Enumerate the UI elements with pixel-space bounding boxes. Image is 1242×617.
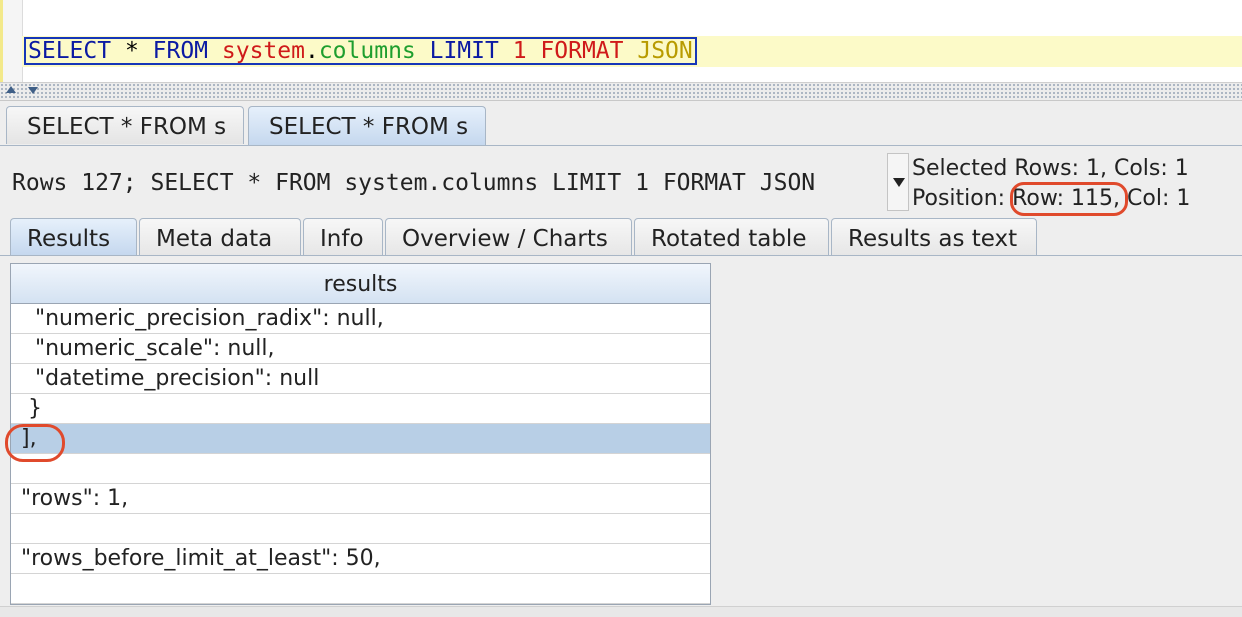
- query-text[interactable]: SELECT * FROM system.columns LIMIT 1 FOR…: [24, 37, 697, 65]
- rows-summary: Rows 127; SELECT * FROM system.columns L…: [12, 170, 816, 196]
- annotation-circle-bracket: [5, 424, 65, 462]
- dropdown-arrow-icon: [893, 178, 905, 187]
- tab-overview-charts[interactable]: Overview / Charts: [385, 218, 632, 256]
- query-tab-2[interactable]: SELECT * FROM s: [248, 106, 486, 146]
- tab-rotated-table[interactable]: Rotated table: [634, 218, 829, 256]
- table-row[interactable]: "datetime_precision": null: [11, 364, 710, 394]
- table-row[interactable]: "rows_before_limit_at_least": 50,: [11, 544, 710, 574]
- tab-results-as-text[interactable]: Results as text: [831, 218, 1037, 256]
- tab-label: Meta data: [156, 226, 273, 252]
- expand-down-icon[interactable]: [28, 87, 38, 94]
- table-row[interactable]: [11, 574, 710, 604]
- query-tab-bar: SELECT * FROM s SELECT * FROM s: [0, 106, 1242, 146]
- collapse-up-icon[interactable]: [6, 86, 16, 93]
- sql-editor[interactable]: SELECT * FROM system.columns LIMIT 1 FOR…: [0, 0, 1242, 83]
- query-token: LIMIT: [415, 38, 499, 64]
- table-row[interactable]: "numeric_scale": null,: [11, 334, 710, 364]
- tab-divider: [0, 255, 1242, 256]
- tab-divider: [0, 145, 1242, 146]
- tab-label: Results: [27, 226, 111, 252]
- line-marker: [0, 0, 3, 82]
- tab-label: Results as text: [848, 226, 1018, 252]
- selected-rows-cols: Selected Rows: 1, Cols: 1: [912, 156, 1189, 181]
- tab-label: Overview / Charts: [402, 226, 608, 252]
- query-token: FORMAT: [526, 38, 624, 64]
- table-row[interactable]: "rows": 1,: [11, 484, 710, 514]
- annotation-circle-row: [1010, 182, 1128, 216]
- selection-dropdown[interactable]: [887, 153, 909, 211]
- table-row[interactable]: [11, 514, 710, 544]
- results-table[interactable]: results "numeric_precision_radix": null,…: [10, 263, 711, 605]
- query-token: system: [208, 38, 305, 64]
- query-tab-label: SELECT * FROM s: [27, 114, 227, 140]
- status-strip: [0, 606, 1242, 617]
- query-token: .: [304, 38, 319, 64]
- table-row-selected[interactable]: ],: [11, 424, 710, 454]
- position-prefix: Position:: [912, 186, 1013, 211]
- empty-area: [712, 263, 1242, 605]
- table-row[interactable]: }: [11, 394, 710, 424]
- query-tab-1[interactable]: SELECT * FROM s: [6, 106, 244, 144]
- result-tab-bar: Results Meta data Info Overview / Charts…: [10, 218, 1242, 256]
- query-token: *: [111, 38, 153, 64]
- tab-label: Info: [320, 226, 364, 252]
- query-token: FROM: [152, 38, 209, 64]
- query-token: columns: [318, 38, 416, 64]
- split-pane-divider[interactable]: [0, 83, 1242, 101]
- editor-gutter: [0, 0, 23, 82]
- column-header-results[interactable]: results: [11, 264, 710, 304]
- query-tab-label: SELECT * FROM s: [269, 114, 469, 140]
- tab-results[interactable]: Results: [10, 218, 137, 256]
- tab-label: Rotated table: [651, 226, 807, 252]
- query-token: SELECT: [28, 38, 112, 64]
- table-row[interactable]: [11, 454, 710, 484]
- query-token: 1: [498, 38, 527, 64]
- tab-meta-data[interactable]: Meta data: [139, 218, 301, 256]
- query-token: JSON: [623, 38, 693, 64]
- tab-info[interactable]: Info: [303, 218, 383, 256]
- table-row[interactable]: "numeric_precision_radix": null,: [11, 304, 710, 334]
